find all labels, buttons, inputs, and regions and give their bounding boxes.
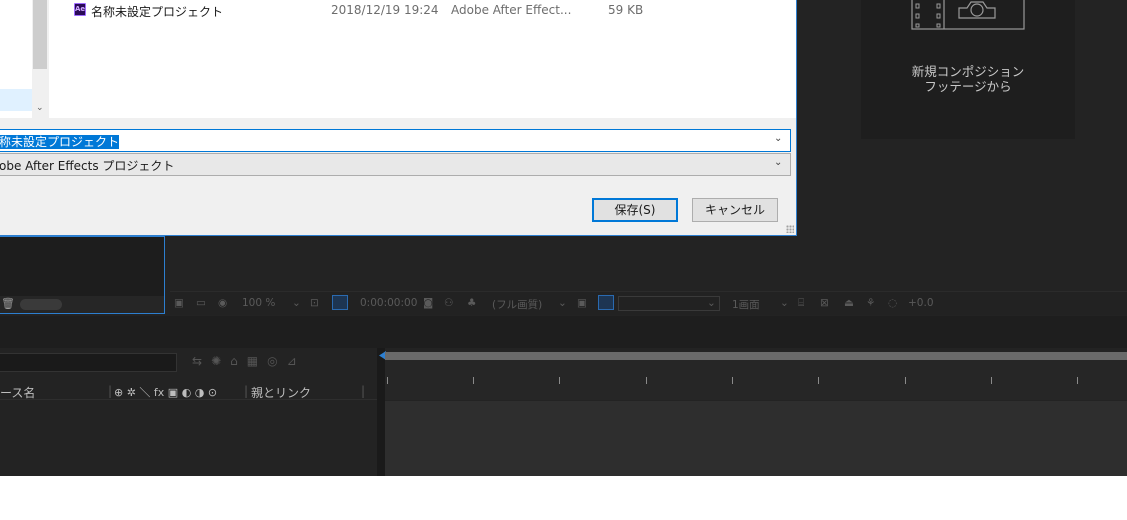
timeline-layer-list [0, 401, 377, 476]
after-effects-file-icon: Ae [74, 3, 86, 16]
resolution-select[interactable]: (フル画質) [492, 297, 542, 312]
fast-preview-icon[interactable]: ⊠ [820, 297, 829, 309]
column-divider: | [108, 384, 113, 398]
ruler-tick [559, 377, 560, 384]
transparency-grid-icon[interactable]: ▣ [577, 297, 587, 309]
save-as-dialog: ⌄ Ae 名称未設定プロジェクト 2018/12/19 19:24 Adobe … [0, 0, 797, 236]
file-modified-date: 2018/12/19 19:24 [331, 3, 439, 17]
column-divider: | [244, 384, 249, 398]
resize-grip-icon[interactable] [786, 225, 794, 233]
file-type-select[interactable]: obe After Effects プロジェクト ⌄ [0, 153, 791, 176]
timeline-icon[interactable]: ⏏ [844, 297, 854, 309]
timeline-switch-icons: ⇆✺⌂▦◎⊿ [192, 354, 306, 368]
file-type: Adobe After Effect... [451, 3, 572, 17]
camera-view-select[interactable] [618, 296, 720, 311]
source-name-header[interactable]: ース名 [0, 384, 35, 401]
project-panel-footer: 🗑 [0, 296, 164, 313]
navigation-scroll-thumb[interactable] [33, 0, 47, 69]
timeline-column-headers: ース名 | ⊕ ✲ ＼ fx ▣ ◐ ◑ ⊙ | 親とリンク | [0, 382, 377, 400]
ruler-tick [991, 377, 992, 384]
region-of-interest-icon[interactable] [332, 295, 348, 310]
chevron-down-icon[interactable]: ⌄ [774, 133, 786, 147]
parent-link-header[interactable]: 親とリンク [251, 384, 311, 401]
mask-icon[interactable]: ◉ [218, 297, 227, 309]
welcome-text: 新規コンポジション フッテージから [861, 64, 1075, 94]
ruler-tick [646, 377, 647, 384]
time-ruler[interactable] [385, 360, 1127, 400]
view-options-icon[interactable] [598, 295, 614, 310]
navigation-selected-item[interactable] [0, 89, 32, 111]
cancel-button[interactable]: キャンセル [692, 198, 778, 222]
chevron-down-icon[interactable]: ⌄ [780, 297, 789, 309]
project-panel-scrollbar[interactable] [20, 299, 62, 310]
work-area-bar[interactable] [385, 352, 1127, 360]
file-name-value: 称未設定プロジェクト [0, 133, 120, 150]
current-timecode[interactable]: 0:00:00:00 [360, 297, 417, 309]
composition-viewer-toolbar: ▣ ▭ ◉ 100 % ⌄ ⊡ 0:00:00:00 ◙ ⚇ ♣ (フル画質) … [170, 291, 1127, 315]
ruler-tick [818, 377, 819, 384]
monitor-icon[interactable]: ▭ [196, 297, 206, 309]
chevron-down-icon[interactable]: ⌄ [774, 157, 786, 171]
file-type-value: obe After Effects プロジェクト [0, 159, 175, 173]
ruler-tick [1077, 377, 1078, 384]
save-button[interactable]: 保存(S) [592, 198, 678, 222]
timeline-search-input[interactable] [0, 353, 177, 372]
timeline-splitter[interactable] [377, 348, 385, 476]
motion-blur-icon[interactable]: ◎ [267, 354, 286, 368]
ruler-tick [905, 377, 906, 384]
graph-editor-icon[interactable]: ⊿ [287, 354, 306, 368]
file-row[interactable]: Ae 名称未設定プロジェクト 2018/12/19 19:24 Adobe Af… [69, 2, 769, 19]
exposure-icon[interactable]: ◌ [888, 297, 897, 309]
file-name: 名称未設定プロジェクト [91, 5, 224, 19]
file-name-selected-text: 称未設定プロジェクト [0, 135, 120, 149]
draft-3d-icon[interactable]: ✺ [211, 354, 230, 368]
ruler-tick [732, 377, 733, 384]
chevron-down-icon[interactable]: ⌄ [707, 297, 716, 309]
navigation-pane[interactable]: ⌄ [0, 0, 48, 118]
flowchart-icon[interactable]: ⚘ [866, 297, 875, 309]
snapshot-icon[interactable]: ◙ [423, 297, 433, 309]
trash-icon[interactable]: 🗑 [1, 298, 15, 310]
chevron-down-icon[interactable]: ⌄ [558, 297, 567, 309]
timeline-tab-bar [0, 316, 1127, 348]
safe-area-icon[interactable]: ⊡ [310, 297, 319, 309]
timeline-track-area[interactable] [385, 401, 1127, 476]
project-panel: 🗑 [0, 236, 165, 314]
always-preview-icon[interactable]: ▣ [174, 297, 184, 309]
switches-header[interactable]: ⊕ ✲ ＼ fx ▣ ◐ ◑ ⊙ [114, 384, 217, 400]
view-layout-select[interactable]: 1画面 [732, 297, 760, 312]
scroll-down-icon[interactable]: ⌄ [36, 103, 44, 113]
show-snapshot-icon[interactable]: ⚇ [444, 297, 453, 309]
file-list: Ae 名称未設定プロジェクト 2018/12/19 19:24 Adobe Af… [49, 0, 796, 118]
zoom-select[interactable]: 100 % [242, 297, 275, 309]
file-name-input[interactable]: 称未設定プロジェクト ⌄ [0, 129, 791, 152]
welcome-line-1: 新規コンポジション [911, 64, 1025, 79]
shy-icon[interactable]: ⌂ [230, 354, 247, 368]
column-divider: | [361, 384, 366, 398]
film-camera-icon [911, 0, 1025, 30]
exposure-value[interactable]: +0.0 [908, 297, 934, 309]
color-channel-icon[interactable]: ♣ [467, 297, 476, 309]
welcome-line-2: フッテージから [924, 79, 1012, 94]
pixel-aspect-icon[interactable]: ⌸ [798, 297, 804, 310]
file-size: 59 KB [608, 3, 644, 17]
comp-mini-flowchart-icon[interactable]: ⇆ [192, 354, 211, 368]
ruler-tick [473, 377, 474, 384]
ruler-tick [387, 377, 388, 384]
new-composition-from-footage-card[interactable]: 新規コンポジション フッテージから [861, 0, 1075, 139]
chevron-down-icon[interactable]: ⌄ [292, 297, 301, 309]
frame-blending-icon[interactable]: ▦ [247, 354, 267, 368]
